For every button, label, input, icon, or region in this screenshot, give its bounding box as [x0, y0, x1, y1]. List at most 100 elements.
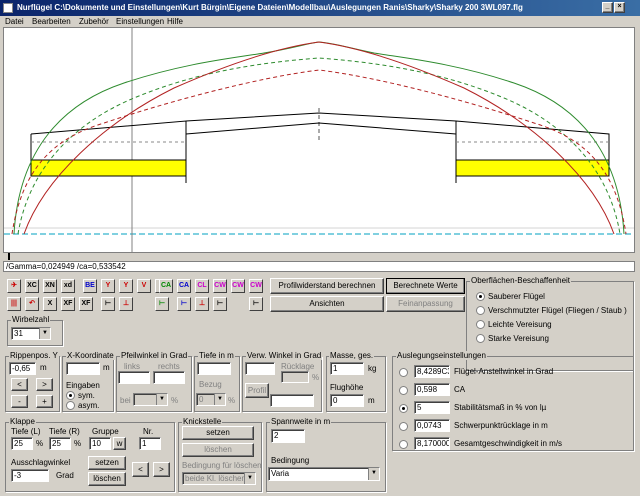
ruecklage-input[interactable] — [281, 371, 309, 383]
split-red2-icon[interactable]: ⊥ — [195, 297, 209, 311]
tiefe-input[interactable] — [197, 362, 231, 375]
wing-plot[interactable] — [3, 27, 635, 253]
verwind-input[interactable] — [245, 362, 275, 375]
rippenpos-input[interactable]: -0,65 — [9, 362, 36, 375]
radio-sym[interactable] — [66, 391, 75, 400]
xkoord-unit: m — [103, 363, 110, 372]
pfeil-bei-select[interactable]: ▼ — [133, 393, 168, 406]
tool-ca1[interactable]: CA — [159, 279, 173, 293]
minimize-button[interactable]: _ — [602, 2, 613, 13]
pfeil-links-input[interactable] — [118, 371, 150, 384]
radio-stabilitaet[interactable] — [399, 404, 408, 413]
klappe-tiefe-r-input[interactable]: 25 — [49, 437, 71, 450]
wirbelzahl-select[interactable]: 31 ▼ — [11, 327, 51, 340]
klappe-loeschen-button[interactable]: löschen — [88, 472, 126, 486]
rippenpos-label: Rippenpos. Y — [9, 351, 59, 360]
profilwiderstand-button[interactable]: Profilwiderstand berechnen — [270, 278, 384, 294]
klappe-nr-input[interactable]: 1 — [139, 437, 161, 450]
knick-loeschen-button[interactable]: löschen — [182, 443, 254, 457]
tool-be[interactable]: BE — [83, 279, 97, 293]
profil-button[interactable]: Profil — [245, 383, 269, 398]
tool-xn[interactable]: XN — [43, 279, 57, 293]
stabilitaet-input[interactable]: 5 — [414, 401, 450, 414]
chevron-down-icon: ▼ — [39, 328, 50, 339]
tool-xd[interactable]: xd — [61, 279, 75, 293]
rippenpos-unit: m — [40, 363, 47, 372]
tool-xc[interactable]: XC — [25, 279, 39, 293]
chevron-down-icon: ▼ — [368, 468, 379, 480]
radio-sauber[interactable] — [476, 292, 485, 301]
rippen-prev-button[interactable]: < — [11, 378, 28, 391]
ca-label: CA — [454, 385, 466, 394]
rippen-plus-button[interactable]: + — [36, 395, 53, 408]
klappe-gruppe-input[interactable]: 10 — [89, 437, 111, 450]
knick-setzen-button[interactable]: setzen — [182, 426, 254, 440]
ausschlag-input[interactable]: -3 — [11, 469, 49, 482]
xkoord-input[interactable] — [66, 362, 100, 375]
split-red-icon[interactable]: ⊥ — [119, 297, 133, 311]
menu-bearbeiten[interactable]: Bearbeiten — [32, 17, 71, 26]
klappe-tiefe-l-input[interactable]: 25 — [11, 437, 33, 450]
spann-bedingung-select[interactable]: Varia ▼ — [268, 467, 380, 481]
menu-zubehoer[interactable]: Zubehör — [79, 17, 109, 26]
radio-verschmutzt[interactable] — [476, 306, 485, 315]
tiefe-label: Tiefe in m — [198, 351, 235, 360]
ansichten-button[interactable]: Ansichten — [270, 296, 384, 312]
spann-input[interactable]: 2 — [271, 429, 305, 443]
spann-bedingung-label: Bedingung — [271, 456, 310, 465]
tool-y2[interactable]: Y — [119, 279, 133, 293]
klappe-prev-button[interactable]: < — [132, 462, 149, 477]
masse-input[interactable]: 1 — [330, 362, 364, 375]
radio-stark[interactable] — [476, 334, 485, 343]
verwind-label: Verw. Winkel in Grad — [246, 351, 323, 360]
split-icon[interactable]: ⊢ — [101, 297, 115, 311]
split-icon-3[interactable]: ⊢ — [249, 297, 263, 311]
radio-leicht[interactable] — [476, 320, 485, 329]
tool-v1[interactable]: V — [137, 279, 151, 293]
menu-einstellungen[interactable]: Einstellungen — [116, 17, 164, 26]
tool-cw1[interactable]: CW — [213, 279, 227, 293]
undo-icon[interactable]: ↶ — [25, 297, 39, 311]
tiefe-bezug-select[interactable]: 0 ▼ — [196, 393, 226, 406]
split-icon-2[interactable]: ⊢ — [213, 297, 227, 311]
split-green-icon[interactable]: ⊢ — [155, 297, 169, 311]
radio-anstellwinkel[interactable] — [399, 368, 408, 377]
klappe-next-button[interactable]: > — [153, 462, 170, 477]
menu-hilfe[interactable]: Hilfe — [167, 17, 183, 26]
menu-datei[interactable]: Datei — [5, 17, 24, 26]
ruecklage-pct: % — [312, 373, 320, 382]
radio-ca[interactable] — [399, 386, 408, 395]
geschwindigkeit-input[interactable]: 8,170000 — [414, 437, 450, 450]
tool-cl[interactable]: CL — [195, 279, 209, 293]
tool-x[interactable]: X — [43, 297, 57, 311]
rippen-next-button[interactable]: > — [36, 378, 53, 391]
berechnete-werte-button[interactable]: Berechnete Werte — [386, 278, 465, 294]
tool-xf2[interactable]: XF — [79, 297, 93, 311]
klappe-w-button[interactable]: w — [113, 437, 126, 450]
flughoehe-input[interactable]: 0 — [330, 394, 364, 407]
klappe-setzen-button[interactable]: setzen — [88, 456, 126, 470]
radio-asym[interactable] — [66, 401, 75, 410]
profil-name-input[interactable] — [270, 394, 314, 407]
tool-cw2[interactable]: CW — [231, 279, 245, 293]
bars-icon[interactable]: ||| — [7, 297, 21, 311]
rippen-minus-button[interactable]: - — [11, 395, 28, 408]
position-slider[interactable] — [3, 253, 635, 261]
anstellwinkel-input[interactable]: 8,4289C3 — [414, 365, 450, 378]
tool-y1[interactable]: Y — [101, 279, 115, 293]
anstellwinkel-label: Flügel-Anstellwinkel in Grad — [454, 367, 554, 376]
schwerpunkt-input[interactable]: 0,0743 — [414, 419, 450, 432]
knick-bedingung-select[interactable]: beide Kl. löschen ▼ — [182, 472, 256, 485]
radio-schwerpunkt[interactable] — [399, 422, 408, 431]
label-asym: asym. — [78, 401, 100, 410]
ca-input[interactable]: 0,598 — [414, 383, 450, 396]
tool-ca2[interactable]: CA — [177, 279, 191, 293]
close-button[interactable]: × — [614, 2, 625, 13]
pfeil-rechts-input[interactable] — [153, 371, 185, 384]
tool-xf1[interactable]: XF — [61, 297, 75, 311]
split-blue-icon[interactable]: ⊢ — [177, 297, 191, 311]
plane-icon[interactable]: ✈ — [7, 279, 21, 293]
feinanpassung-button[interactable]: Feinanpassung — [386, 296, 465, 312]
tool-cw3[interactable]: CW — [249, 279, 263, 293]
radio-geschwindigkeit[interactable] — [399, 440, 408, 449]
